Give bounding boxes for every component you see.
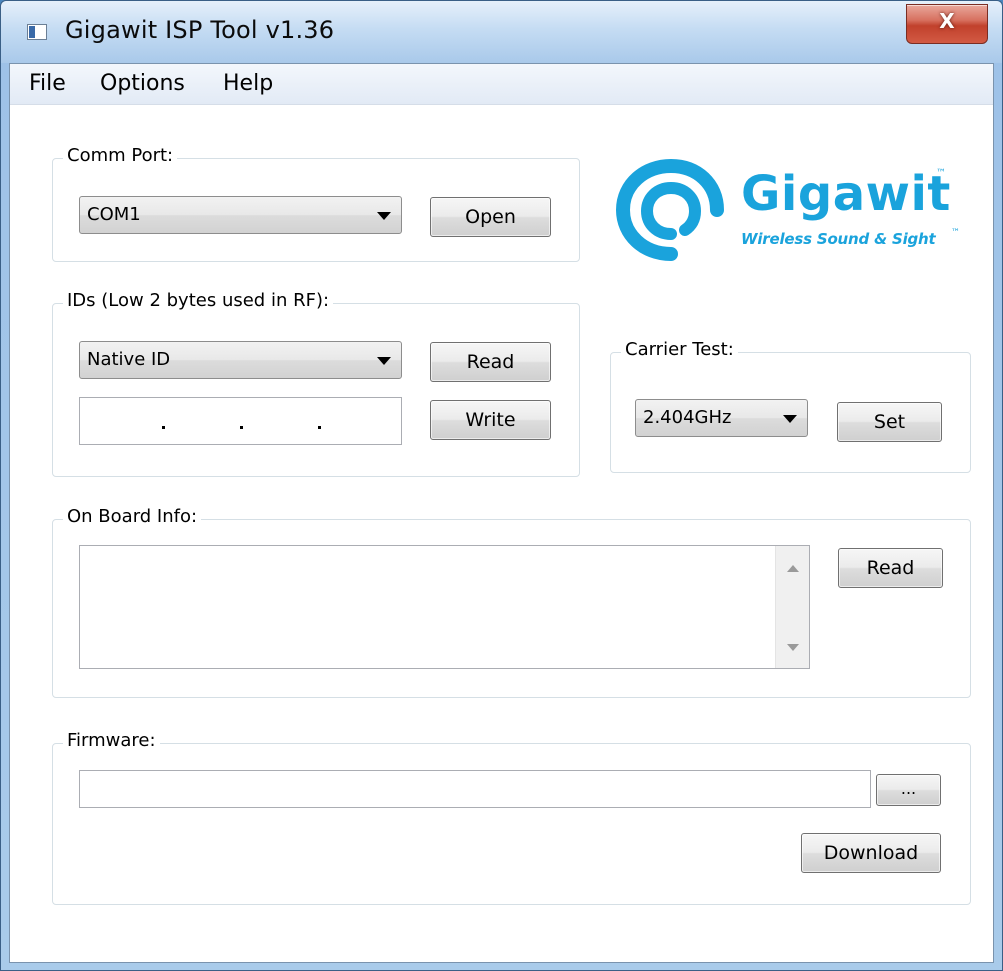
app-window: Gigawit ISP Tool v1.36 X File Options He… (0, 0, 1003, 971)
on-board-info-textarea[interactable] (79, 545, 810, 669)
ids-label: IDs (Low 2 bytes used in RF): (63, 290, 334, 311)
carrier-frequency-select[interactable]: 2.404GHz (635, 399, 808, 437)
main-panel: Comm Port: COM1 Open Gigawit ™ Wireless … (10, 105, 993, 962)
carrier-frequency-value: 2.404GHz (643, 407, 732, 428)
comm-port-label: Comm Port: (63, 145, 178, 166)
chevron-down-icon (377, 357, 391, 365)
firmware-label: Firmware: (63, 730, 160, 751)
on-board-info-label: On Board Info: (63, 506, 202, 527)
on-board-info-group: On Board Info: Read (52, 506, 971, 698)
window-title: Gigawit ISP Tool v1.36 (65, 16, 335, 44)
ids-read-button[interactable]: Read (430, 342, 551, 382)
chevron-down-icon (377, 212, 391, 220)
chevron-down-icon (783, 415, 797, 423)
open-button[interactable]: Open (430, 197, 551, 237)
id-type-select[interactable]: Native ID (79, 341, 402, 379)
comm-port-value: COM1 (87, 204, 141, 225)
close-button[interactable]: X (906, 4, 988, 44)
comm-port-select[interactable]: COM1 (79, 196, 402, 234)
id-address-field[interactable] (79, 397, 402, 445)
carrier-test-group: Carrier Test: 2.404GHz Set (610, 339, 971, 473)
id-type-value: Native ID (87, 349, 171, 370)
scroll-up-icon[interactable] (787, 565, 799, 572)
ids-group: IDs (Low 2 bytes used in RF): Native ID … (52, 290, 580, 477)
logo-trademark: ™ (936, 168, 946, 179)
menu-options[interactable]: Options (100, 71, 185, 96)
browse-firmware-button[interactable]: ... (876, 774, 941, 806)
ids-write-button[interactable]: Write (430, 400, 551, 440)
logo-tagline: Wireless Sound & Sight (741, 230, 936, 248)
title-bar[interactable]: Gigawit ISP Tool v1.36 X (1, 1, 1002, 63)
firmware-group: Firmware: ... Download (52, 730, 971, 905)
carrier-set-button[interactable]: Set (837, 402, 942, 442)
logo-brand-text: Gigawit (741, 166, 951, 222)
firmware-path-field[interactable] (79, 770, 871, 808)
download-button[interactable]: Download (801, 833, 941, 873)
gigawit-swirl-icon (615, 158, 724, 261)
id-separator-dot (162, 426, 165, 429)
comm-port-group: Comm Port: COM1 Open (52, 145, 580, 262)
gigawit-logo: Gigawit ™ Wireless Sound & Sight ™ (613, 156, 973, 266)
on-board-info-read-button[interactable]: Read (838, 548, 943, 588)
menu-help[interactable]: Help (223, 71, 273, 96)
id-separator-dot (318, 426, 321, 429)
on-board-info-scrollbar[interactable] (775, 546, 809, 668)
menu-file[interactable]: File (29, 71, 66, 96)
scroll-down-icon[interactable] (787, 644, 799, 651)
logo-tagline-trademark: ™ (951, 228, 960, 238)
carrier-test-label: Carrier Test: (621, 339, 738, 360)
app-icon (27, 24, 47, 40)
id-separator-dot (240, 426, 243, 429)
menu-bar: File Options Help (10, 64, 993, 105)
close-icon: X (939, 9, 955, 33)
client-area: File Options Help Comm Port: COM1 Open G… (9, 63, 994, 963)
